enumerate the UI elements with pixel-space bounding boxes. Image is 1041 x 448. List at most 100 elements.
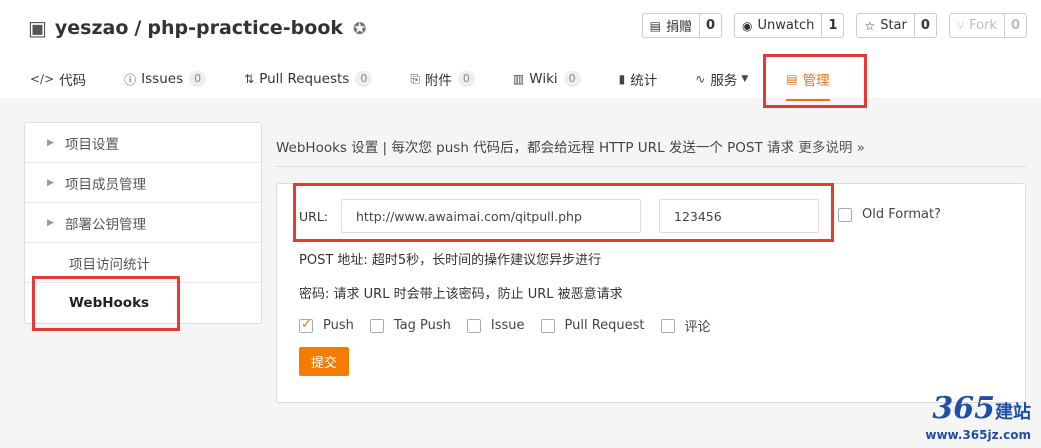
sidebar-item-members[interactable]: ▶ 项目成员管理 bbox=[25, 163, 261, 203]
sidebar-item-label: 项目成员管理 bbox=[65, 176, 146, 193]
sidebar-item-deploy-keys[interactable]: ▶ 部署公钥管理 bbox=[25, 203, 261, 243]
fork-count[interactable]: 0 bbox=[1005, 14, 1026, 37]
donate-icon: ▤ bbox=[649, 18, 661, 33]
event-comment-label: 评论 bbox=[684, 320, 711, 335]
recommend-badge-icon: ✪ bbox=[353, 18, 367, 38]
event-push[interactable]: Push bbox=[299, 316, 354, 335]
old-format-option[interactable]: Old Format? bbox=[838, 207, 941, 222]
webhooks-description: WebHooks 设置 | 每次您 push 代码后，都会给远程 HTTP UR… bbox=[276, 136, 1026, 167]
repo-owner[interactable]: yeszao bbox=[55, 17, 129, 39]
star-count[interactable]: 0 bbox=[915, 14, 936, 37]
tab-pull-requests-label: Pull Requests bbox=[259, 71, 350, 87]
sidebar-item-webhooks[interactable]: WebHooks bbox=[25, 283, 261, 323]
tab-pull-requests-count: 0 bbox=[355, 71, 373, 87]
event-pull-request-checkbox[interactable] bbox=[540, 318, 555, 333]
unwatch-label: Unwatch bbox=[757, 18, 815, 33]
old-format-checkbox[interactable] bbox=[838, 207, 852, 222]
event-tag-push-label: Tag Push bbox=[393, 318, 451, 333]
book-icon: ▥ bbox=[512, 72, 525, 86]
tab-services[interactable]: ∿ 服务 ▼ bbox=[695, 60, 748, 98]
password-input[interactable] bbox=[659, 199, 819, 233]
watermark-text: 建站 bbox=[995, 402, 1031, 423]
sidebar-item-label: 项目访问统计 bbox=[69, 256, 150, 273]
repo-title: ▣ yeszao / php-practice-book ✪ bbox=[28, 16, 366, 40]
fork-label: Fork bbox=[969, 18, 997, 33]
tab-stats-label: 统计 bbox=[630, 73, 658, 89]
webhooks-description-text: WebHooks 设置 | 每次您 push 代码后，都会给远程 HTTP UR… bbox=[276, 140, 795, 156]
chevron-right-icon: ▶ bbox=[47, 137, 54, 148]
event-push-label: Push bbox=[323, 318, 354, 333]
settings-sidebar: ▶ 项目设置 ▶ 项目成员管理 ▶ 部署公钥管理 项目访问统计 WebHooks bbox=[24, 122, 262, 324]
event-issue-label: Issue bbox=[490, 318, 525, 333]
repo-header: ▣ yeszao / php-practice-book ✪ ▤ 捐赠 0 ◉ Un… bbox=[0, 0, 1041, 101]
paperclip-icon: ⎘ bbox=[410, 71, 420, 86]
event-issue-checkbox[interactable] bbox=[466, 318, 481, 333]
pull-request-icon: ⇅ bbox=[244, 72, 255, 86]
event-tag-push-checkbox[interactable] bbox=[369, 318, 384, 333]
star-button[interactable]: ☆ Star 0 bbox=[856, 13, 937, 38]
tab-stats[interactable]: ▮ 统计 bbox=[619, 60, 658, 98]
submit-button[interactable]: 提交 bbox=[299, 347, 349, 376]
more-info-link[interactable]: 更多说明 » bbox=[798, 140, 865, 156]
eye-icon: ◉ bbox=[742, 18, 753, 33]
url-label: URL: bbox=[299, 209, 329, 224]
event-comment-checkbox[interactable] bbox=[660, 318, 675, 333]
bar-chart-icon: ▮ bbox=[618, 72, 626, 86]
event-push-checkbox[interactable] bbox=[299, 317, 313, 333]
tab-wiki[interactable]: ▥ Wiki 0 bbox=[513, 60, 581, 98]
tab-services-label: 服务 bbox=[710, 73, 738, 89]
password-note: 密码: 请求 URL 时会带上该密码，防止 URL 被恶意请求 bbox=[299, 287, 623, 302]
tab-pull-requests[interactable]: ⇅ Pull Requests 0 bbox=[244, 60, 373, 98]
event-tag-push[interactable]: Tag Push bbox=[369, 316, 451, 335]
caret-down-icon: ▼ bbox=[741, 74, 749, 84]
fork-icon: ⑂ bbox=[956, 18, 965, 33]
webhook-form-panel: URL: Old Format? POST 地址: 超时5秒，长时间的操作建议您… bbox=[276, 183, 1026, 403]
watermark-url: www.365jz.com bbox=[925, 428, 1031, 442]
chevron-right-icon: ▶ bbox=[47, 177, 54, 188]
watch-count[interactable]: 1 bbox=[822, 14, 843, 37]
star-icon: ☆ bbox=[864, 18, 876, 33]
tab-wiki-label: Wiki bbox=[529, 71, 558, 87]
repo-actions: ▤ 捐赠 0 ◉ Unwatch 1 ☆ Star 0 ⑂ Fork 0 bbox=[641, 13, 1027, 38]
tab-manage-label: 管理 bbox=[802, 73, 830, 89]
event-comment[interactable]: 评论 bbox=[660, 316, 711, 335]
tab-attachments-count: 0 bbox=[457, 71, 475, 87]
event-options: Push Tag Push Issue Pull Request 评论 bbox=[299, 316, 727, 335]
tab-issues-label: Issues bbox=[141, 71, 184, 87]
tab-code[interactable]: </> 代码 bbox=[30, 60, 86, 98]
fork-button[interactable]: ⑂ Fork 0 bbox=[948, 13, 1027, 38]
star-label: Star bbox=[880, 18, 907, 33]
watermark-number: 365 bbox=[932, 391, 995, 426]
donate-label: 捐赠 bbox=[665, 20, 692, 35]
code-icon: </> bbox=[30, 72, 55, 86]
tab-attachments-label: 附件 bbox=[424, 73, 452, 89]
tab-issues-count: 0 bbox=[189, 71, 207, 87]
post-timeout-note: POST 地址: 超时5秒，长时间的操作建议您异步进行 bbox=[299, 253, 602, 268]
sidebar-item-project-settings[interactable]: ▶ 项目设置 bbox=[25, 123, 261, 163]
url-input[interactable] bbox=[341, 199, 641, 233]
sidebar-item-label: 项目设置 bbox=[65, 136, 119, 153]
tab-wiki-count: 0 bbox=[563, 71, 581, 87]
tab-attachments[interactable]: ⎘ 附件 0 bbox=[410, 60, 475, 98]
event-pull-request-label: Pull Request bbox=[564, 318, 645, 333]
donate-count[interactable]: 0 bbox=[700, 14, 721, 37]
unwatch-button[interactable]: ◉ Unwatch 1 bbox=[734, 13, 845, 38]
tab-code-label: 代码 bbox=[59, 73, 87, 89]
old-format-label: Old Format? bbox=[862, 207, 941, 222]
issue-icon: ⓘ bbox=[124, 72, 137, 87]
event-issue[interactable]: Issue bbox=[466, 316, 525, 335]
sidebar-item-access-stats[interactable]: 项目访问统计 bbox=[25, 243, 261, 283]
repo-separator: / bbox=[134, 17, 142, 39]
tab-issues[interactable]: ⓘ Issues 0 bbox=[124, 60, 207, 98]
pulse-icon: ∿ bbox=[695, 72, 706, 86]
event-pull-request[interactable]: Pull Request bbox=[540, 316, 645, 335]
sidebar-item-label: WebHooks bbox=[69, 295, 150, 311]
repo-icon: ▣ bbox=[28, 16, 47, 40]
sidebar-item-label: 部署公钥管理 bbox=[65, 216, 146, 233]
chevron-right-icon: ▶ bbox=[47, 217, 54, 228]
repo-tabs: </> 代码 ⓘ Issues 0 ⇅ Pull Requests 0 ⎘ 附件… bbox=[30, 60, 868, 101]
repo-name[interactable]: php-practice-book bbox=[147, 17, 343, 39]
settings-doc-icon: ▤ bbox=[786, 72, 798, 86]
tab-manage[interactable]: ▤ 管理 bbox=[786, 60, 830, 101]
donate-button[interactable]: ▤ 捐赠 0 bbox=[641, 13, 723, 38]
